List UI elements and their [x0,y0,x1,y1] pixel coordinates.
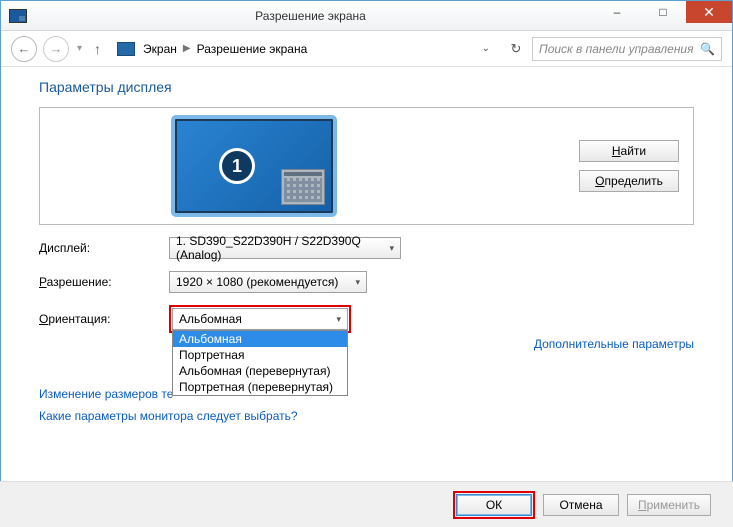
orientation-option-landscape[interactable]: Альбомная [173,331,347,347]
find-button[interactable]: Найти [579,140,679,162]
forward-button[interactable]: → [43,36,69,62]
orientation-highlight: Альбомная ▾ Альбомная Портретная Альбомн… [169,305,351,333]
chevron-right-icon: ▶ [181,43,193,54]
chevron-down-icon: ▾ [336,314,341,325]
search-input[interactable]: Поиск в панели управления 🔍 [532,37,722,61]
chevron-down-icon: ▾ [389,243,394,254]
resize-text-link[interactable]: Изменение размеров те [39,387,694,401]
chevron-down-icon: ▾ [355,277,360,288]
identify-button[interactable]: Определить [579,170,679,192]
minimize-button[interactable]: – [594,1,640,23]
orientation-label: Ориентация: [39,312,169,326]
which-monitor-link[interactable]: Какие параметры монитора следует выбрать… [39,409,694,423]
resolution-combo[interactable]: 1920 × 1080 (рекомендуется) ▾ [169,271,367,293]
up-button[interactable]: ↑ [94,41,101,57]
orientation-value: Альбомная [179,312,242,326]
display-combo[interactable]: 1. SD390_S22D390H / S22D390Q (Analog) ▾ [169,237,401,259]
breadcrumb[interactable]: Экран ▶ Разрешение экрана ⌄ [113,37,500,61]
titlebar: Разрешение экрана – □ ✕ [1,1,732,31]
advanced-settings-link[interactable]: Дополнительные параметры [534,337,694,351]
orientation-option-portrait-flipped[interactable]: Портретная (перевернутая) [173,379,347,395]
breadcrumb-current[interactable]: Разрешение экрана [193,42,312,56]
monitor-preview[interactable]: 1 [174,118,334,214]
refresh-button[interactable]: ↻ [506,41,526,57]
orientation-option-portrait[interactable]: Портретная [173,347,347,363]
search-icon[interactable]: 🔍 [700,42,715,56]
cancel-button[interactable]: Отмена [543,494,619,516]
page-heading: Параметры дисплея [39,79,694,95]
ok-button[interactable]: ОК [456,494,532,516]
orientation-dropdown: Альбомная Портретная Альбомная (переверн… [172,330,348,396]
resolution-value: 1920 × 1080 (рекомендуется) [176,275,338,289]
history-dropdown-icon[interactable]: ▾ [77,43,82,54]
taskbar-icon [281,169,325,205]
display-value: 1. SD390_S22D390H / S22D390Q (Analog) [176,234,389,262]
display-label: Дисплей: [39,241,169,255]
apply-button: Применить [627,494,711,516]
resolution-label: Разрешение: [39,275,169,289]
monitor-number: 1 [219,148,255,184]
nav-toolbar: ← → ▾ ↑ Экран ▶ Разрешение экрана ⌄ ↻ По… [1,31,732,67]
orientation-option-landscape-flipped[interactable]: Альбомная (перевернутая) [173,363,347,379]
close-button[interactable]: ✕ [686,1,732,23]
window-title: Разрешение экрана [27,9,594,23]
search-placeholder: Поиск в панели управления [539,42,694,56]
app-icon [9,9,27,23]
maximize-button[interactable]: □ [640,1,686,23]
ok-highlight: ОК [453,491,535,519]
display-preview-box: 1 Найти Определить [39,107,694,225]
orientation-combo[interactable]: Альбомная ▾ [172,308,348,330]
breadcrumb-root[interactable]: Экран [139,42,181,56]
display-icon [117,42,135,56]
back-button[interactable]: ← [11,36,37,62]
footer: ОК Отмена Применить [0,481,733,527]
content-area: Параметры дисплея 1 Найти Определить Дис… [1,67,732,423]
chevron-down-icon[interactable]: ⌄ [482,43,496,54]
